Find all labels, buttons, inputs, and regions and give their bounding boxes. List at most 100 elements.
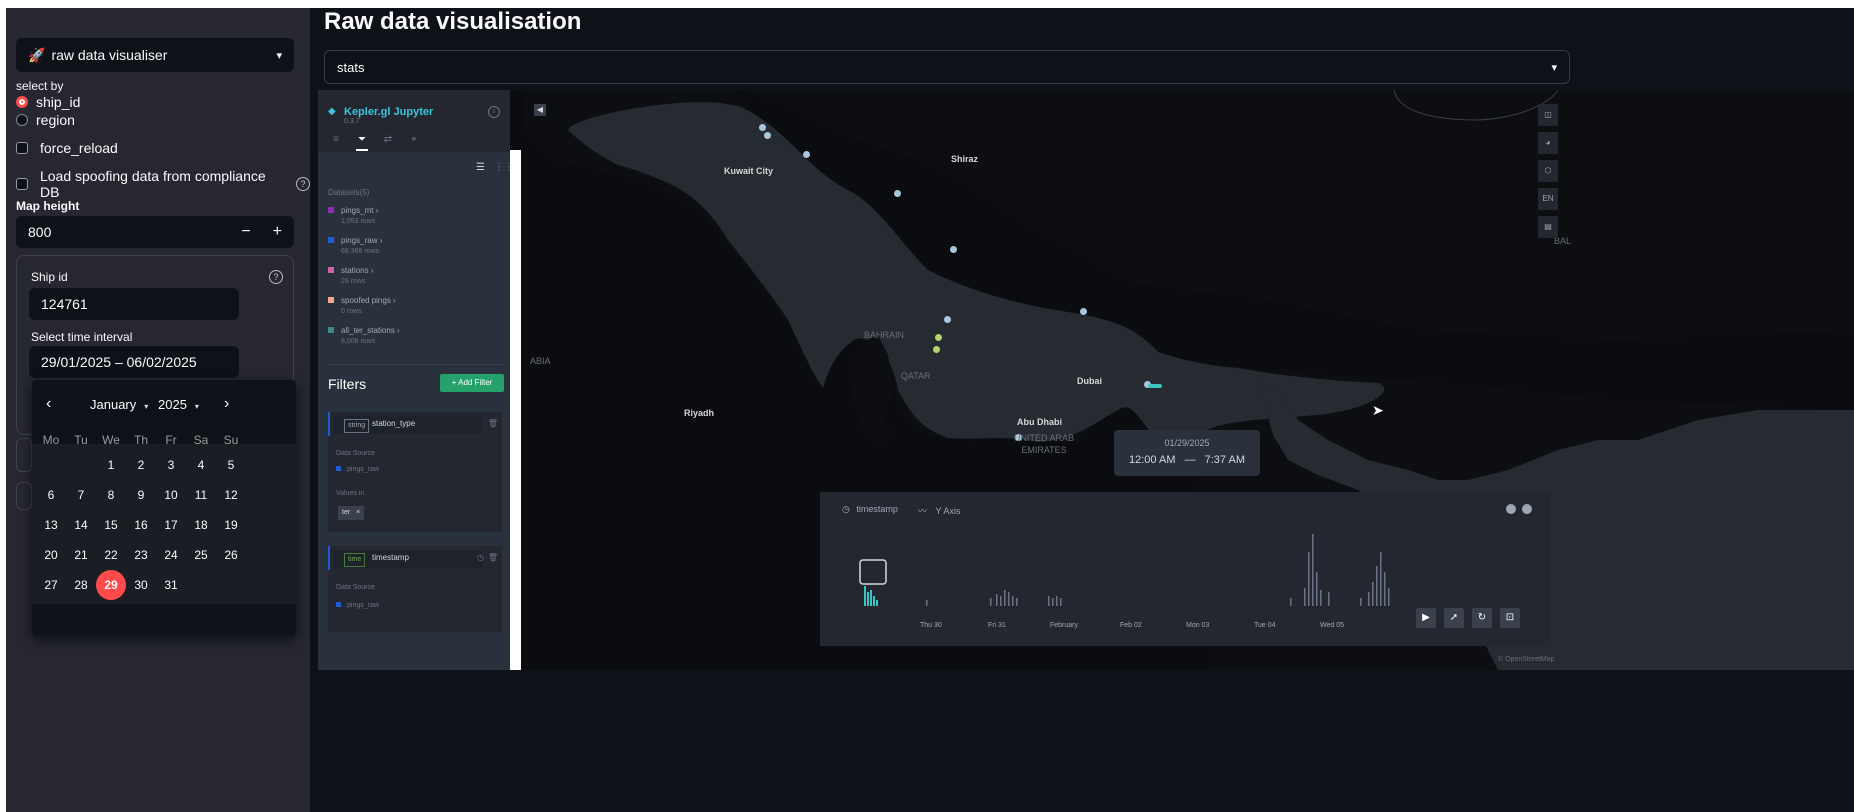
kepler-version: 0.3.7 [344, 118, 360, 125]
calendar-day[interactable]: 15 [96, 510, 126, 540]
calendar-day[interactable]: 10 [156, 480, 186, 510]
time-range-display: 01/29/2025 12:00 AM — 7:37 AM [1114, 430, 1260, 476]
map-height-input[interactable]: 800 − + [16, 216, 294, 248]
legend-button[interactable]: ▤ [1538, 216, 1558, 238]
calendar-day[interactable]: 4 [186, 450, 216, 480]
calendar-day[interactable]: 13 [36, 510, 66, 540]
ship-track[interactable] [1148, 384, 1162, 388]
calendar-day[interactable]: 21 [66, 540, 96, 570]
help-icon[interactable]: ? [269, 270, 283, 284]
radio-region[interactable]: region [16, 112, 75, 128]
next-month-button[interactable]: › [224, 395, 229, 413]
timeline-tick-label: Tue 04 [1254, 622, 1276, 629]
ship-position-marker[interactable] [950, 246, 957, 253]
partially-hidden-button[interactable] [16, 482, 32, 510]
language-button[interactable]: EN [1538, 188, 1558, 210]
map-attribution[interactable]: © OpenStreetMap [1498, 656, 1555, 663]
layers-tab-icon[interactable]: ≡ [330, 134, 342, 146]
dataset-color-swatch [328, 237, 334, 243]
play-button[interactable]: ▶ [1416, 608, 1436, 628]
stats-selector[interactable]: stats ▾ [324, 50, 1570, 84]
force-reload-checkbox[interactable]: force_reload [16, 140, 118, 156]
calendar-day[interactable]: 23 [126, 540, 156, 570]
add-filter-button[interactable]: + Add Filter [440, 374, 504, 392]
month-select[interactable]: January ▾ [90, 397, 148, 412]
ship-position-marker[interactable] [803, 151, 810, 158]
partially-hidden-button[interactable] [16, 438, 32, 472]
panel-scrollbar[interactable] [510, 150, 521, 670]
time-interval-input[interactable]: 29/01/2025 – 06/02/2025 [29, 346, 239, 378]
calendar-day[interactable]: 22 [96, 540, 126, 570]
ship-position-marker[interactable] [944, 316, 951, 323]
trash-icon[interactable]: 🗑 [488, 419, 498, 428]
dataset-item[interactable]: all_ter_stations › 8,006 rows [328, 326, 400, 345]
close-icon[interactable]: × [356, 509, 360, 516]
basemap-tab-icon[interactable]: ⌖ [408, 134, 420, 146]
calendar-day-selected[interactable]: 29 [96, 570, 126, 600]
dataset-item[interactable]: spoofed pings › 0 rows [328, 296, 396, 315]
layer-toggle-button[interactable]: ◕ [1538, 132, 1558, 154]
draw-polygon-button[interactable]: ⬡ [1538, 160, 1558, 182]
window-button[interactable]: ⊡ [1500, 608, 1520, 628]
calendar-day[interactable]: 26 [216, 540, 246, 570]
ship-position-marker[interactable] [764, 132, 771, 139]
split-map-button[interactable]: ◫ [1538, 104, 1558, 126]
time-filter-panel[interactable]: ◷ timestamp 〰 Y Axis Thu 30 Fri 31 Febru… [820, 492, 1550, 646]
kepler-map[interactable]: Kuwait City Shiraz BAHRAIN QATAR Dubai A… [318, 90, 1854, 670]
calendar-day[interactable]: 7 [66, 480, 96, 510]
list-view-icon[interactable]: ☰ [476, 162, 485, 173]
calendar-day[interactable]: 20 [36, 540, 66, 570]
calendar-day[interactable]: 16 [126, 510, 156, 540]
dataset-item[interactable]: stations › 26 rows [328, 266, 373, 285]
year-select[interactable]: 2025 ▾ [158, 397, 199, 412]
spoofing-checkbox[interactable]: Load spoofing data from compliance DB ? [16, 168, 310, 200]
calendar-day[interactable]: 28 [66, 570, 96, 600]
calendar-day[interactable]: 30 [126, 570, 156, 600]
interactions-tab-icon[interactable]: ⇄ [382, 134, 394, 146]
calendar-day[interactable]: 6 [36, 480, 66, 510]
calendar-day[interactable]: 3 [156, 450, 186, 480]
filter-card-station-type: string station_type 🗑 Data Source pings_… [328, 412, 502, 532]
calendar-day[interactable]: 5 [216, 450, 246, 480]
page-selector[interactable]: 🚀 raw data visualiser ▾ [16, 38, 294, 72]
help-icon[interactable]: ? [296, 177, 310, 191]
calendar-day[interactable]: 14 [66, 510, 96, 540]
calendar-day[interactable]: 1 [96, 450, 126, 480]
animation-mode-button[interactable]: ➚ [1444, 608, 1464, 628]
ship-position-marker[interactable] [933, 346, 940, 353]
calendar-day[interactable]: 19 [216, 510, 246, 540]
clock-icon[interactable]: ◷ [477, 553, 484, 562]
filter-value-chip[interactable]: ter × [338, 506, 365, 520]
prev-month-button[interactable]: ‹ [46, 395, 51, 413]
calendar-day[interactable]: 31 [156, 570, 186, 600]
filters-tab-icon[interactable]: ⏷ [356, 134, 368, 151]
increment-button[interactable]: + [273, 223, 282, 241]
ship-position-marker[interactable] [759, 124, 766, 131]
collapse-panel-button[interactable]: ◀ [534, 104, 546, 116]
calendar-day[interactable]: 17 [156, 510, 186, 540]
ship-id-input[interactable]: 124761 [29, 288, 239, 320]
calendar-day[interactable]: 2 [126, 450, 156, 480]
calendar-day[interactable]: 27 [36, 570, 66, 600]
radio-ship-id[interactable]: ship_id [16, 94, 80, 110]
dataset-item[interactable]: pings_mt › 1,053 rows [328, 206, 378, 225]
trash-icon[interactable]: 🗑 [488, 553, 498, 562]
calendar-day[interactable]: 8 [96, 480, 126, 510]
chevron-down-icon: ▾ [194, 401, 199, 411]
info-icon[interactable]: i [488, 106, 500, 118]
ship-position-marker[interactable] [894, 190, 901, 197]
calendar-day[interactable]: 12 [216, 480, 246, 510]
ship-position-marker[interactable] [935, 334, 942, 341]
calendar-day[interactable]: 18 [186, 510, 216, 540]
calendar-day[interactable]: 9 [126, 480, 156, 510]
ship-position-marker[interactable] [1080, 308, 1087, 315]
decrement-button[interactable]: − [241, 223, 250, 241]
reset-button[interactable]: ↻ [1472, 608, 1492, 628]
dataset-rows: 26 rows [341, 278, 366, 285]
dataset-item[interactable]: pings_raw › 68,368 rows [328, 236, 382, 255]
stats-selector-value: stats [337, 59, 365, 75]
filter-type-tag: time [344, 553, 366, 567]
calendar-day[interactable]: 24 [156, 540, 186, 570]
calendar-day[interactable]: 11 [186, 480, 216, 510]
calendar-day[interactable]: 25 [186, 540, 216, 570]
